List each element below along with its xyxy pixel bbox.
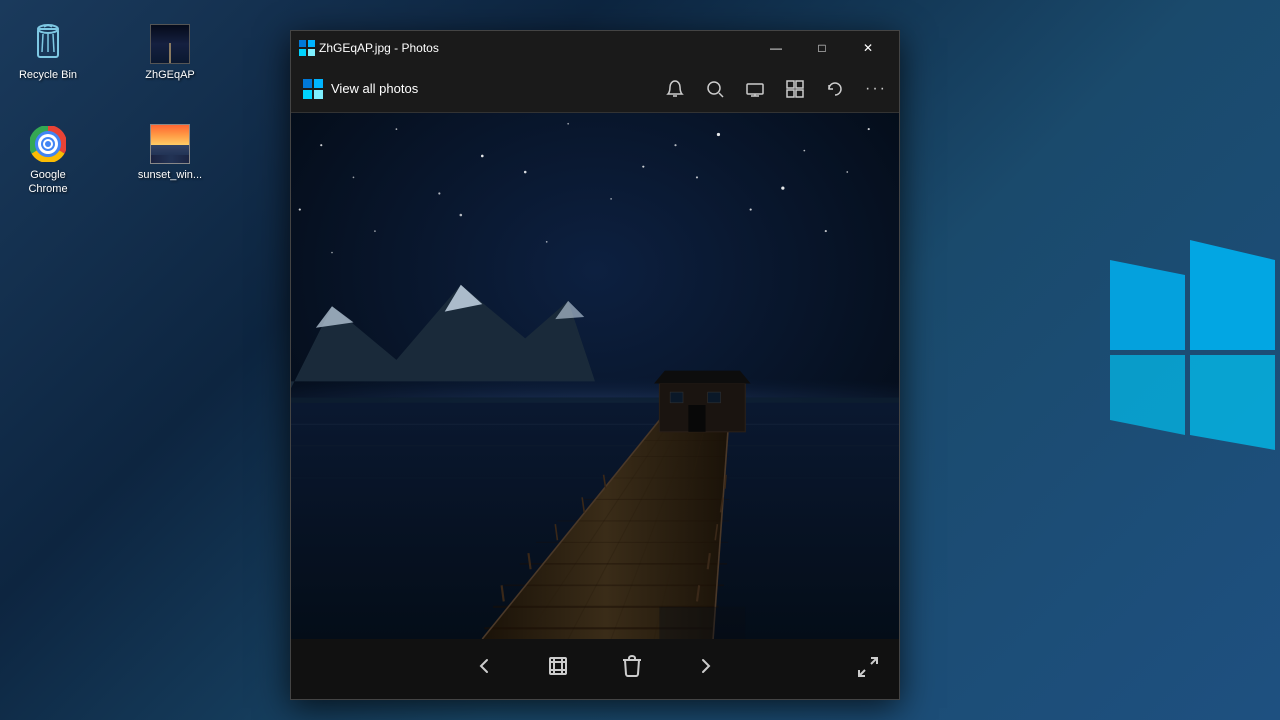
photos-window: ZhGEqAP.jpg - Photos — □ ✕ View all phot… <box>290 30 900 700</box>
bottom-actions <box>472 654 718 684</box>
rotate-icon[interactable] <box>825 79 845 99</box>
toolbar-right: ··· <box>665 79 887 99</box>
recycle-bin-label: Recycle Bin <box>19 68 77 82</box>
crop-button[interactable] <box>546 654 570 684</box>
zhggeqap-file-icon[interactable]: ZhGEqAP <box>130 20 210 86</box>
sunset-file-icon[interactable]: sunset_win... <box>130 120 210 186</box>
edit-icon[interactable] <box>785 79 805 99</box>
share-icon[interactable] <box>665 79 685 99</box>
photo-display[interactable] <box>291 113 899 639</box>
recycle-bin-icon[interactable]: Recycle Bin <box>8 20 88 86</box>
chrome-label: Google Chrome <box>12 168 84 197</box>
bottom-toolbar <box>291 639 899 699</box>
next-button[interactable] <box>694 654 718 684</box>
recycle-bin-image <box>28 24 68 64</box>
toolbar: View all photos <box>291 65 899 113</box>
google-chrome-icon[interactable]: Google Chrome <box>8 120 88 201</box>
photo-image <box>291 113 899 639</box>
minimize-button[interactable]: — <box>753 31 799 65</box>
window-title: ZhGEqAP.jpg - Photos <box>319 41 753 55</box>
zhggeqap-label: ZhGEqAP <box>145 68 195 82</box>
chrome-image <box>28 124 68 164</box>
windows-logo <box>1100 220 1280 500</box>
photos-icon <box>303 79 323 99</box>
previous-button[interactable] <box>472 654 496 684</box>
sunset-label: sunset_win... <box>138 168 202 182</box>
delete-button[interactable] <box>620 654 644 684</box>
more-options-icon[interactable]: ··· <box>865 80 887 98</box>
window-controls: — □ ✕ <box>753 31 891 65</box>
toolbar-left: View all photos <box>303 79 665 99</box>
expand-button[interactable] <box>857 656 879 683</box>
view-all-photos-button[interactable]: View all photos <box>331 81 418 96</box>
maximize-button[interactable]: □ <box>799 31 845 65</box>
desktop: Recycle Bin ZhGEqAP Google Chrome <box>0 0 1280 720</box>
photos-app-icon <box>299 40 315 56</box>
title-bar: ZhGEqAP.jpg - Photos — □ ✕ <box>291 31 899 65</box>
slideshow-icon[interactable] <box>745 79 765 99</box>
close-button[interactable]: ✕ <box>845 31 891 65</box>
zoom-icon[interactable] <box>705 79 725 99</box>
zhggeqap-thumbnail <box>150 24 190 64</box>
sunset-thumbnail <box>150 124 190 164</box>
